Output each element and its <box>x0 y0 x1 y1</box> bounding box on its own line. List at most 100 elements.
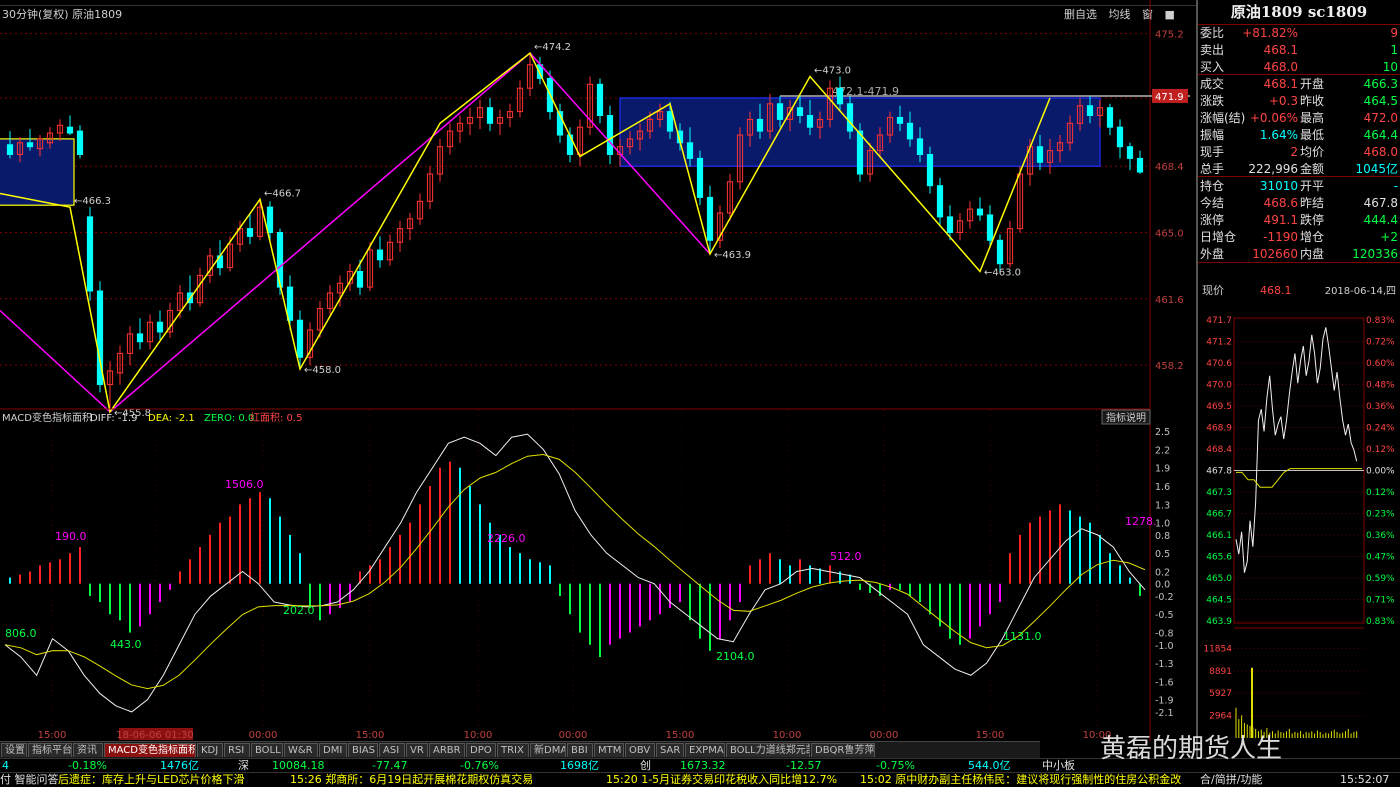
intraday-chart[interactable]: 现价 468.1 2018-06-14,四 471.7 0.83% 471.2 0.72% 4… <box>1198 276 1400 741</box>
tab-indicator[interactable]: BBI <box>567 743 593 757</box>
quote-field-label: 持仓 <box>1200 179 1225 193</box>
candle-body <box>1116 126 1124 148</box>
indicator-help-button: 指标说明 <box>1106 411 1146 424</box>
time-tick-label: 10:00 <box>773 730 802 741</box>
quote-separator <box>1198 176 1400 177</box>
candle-body <box>66 126 74 134</box>
tab-indicator[interactable]: BOLL <box>251 743 283 757</box>
intraday-price-tick: 470.0 <box>1206 381 1232 391</box>
tab-indicator[interactable]: MTM <box>594 743 624 757</box>
macd-tick-label: -1.9 <box>1155 696 1174 707</box>
diff-line <box>4 433 1146 713</box>
candle-body <box>896 116 904 124</box>
intraday-pct-tick: 0.24% <box>1366 424 1395 434</box>
quote-field-label: 卖出 <box>1200 43 1225 57</box>
macd-tick-label: -1.0 <box>1155 641 1174 652</box>
current-price-caption: 现价 <box>1202 284 1224 297</box>
candle-body <box>376 249 384 261</box>
quote-field-label: 昨结 <box>1300 196 1325 210</box>
intraday-price-tick: 471.2 <box>1206 338 1232 348</box>
tab-indicator[interactable]: 资讯 <box>73 743 103 757</box>
time-tick-label: 00:00 <box>559 730 588 741</box>
tab-indicator[interactable]: 指标平台 <box>28 743 72 757</box>
tab-indicator[interactable]: MACD变色指标面积 <box>104 743 196 757</box>
quote-field-value: 468.1 <box>1263 77 1298 91</box>
intraday-pct-tick: 0.72% <box>1366 338 1395 348</box>
intraday-pct-tick: 0.48% <box>1366 381 1395 391</box>
index-ticker-item: 深 <box>238 759 249 772</box>
quote-field-value: 491.1 <box>1263 213 1298 227</box>
macd-area-label: 202.0 <box>283 604 315 617</box>
quote-row: 成交 468.1 开盘 466.3 <box>1198 76 1400 93</box>
tab-indicator[interactable]: BOLL力道线郑元凯 <box>726 743 810 757</box>
tab-indicator[interactable]: SAR <box>656 743 684 757</box>
news-ticker-item[interactable]: 合/简拼/功能 <box>1200 773 1262 787</box>
tab-indicator[interactable]: EXPMA <box>685 743 725 757</box>
macd-tick-label: -0.2 <box>1155 592 1174 603</box>
price-tick-label: 465.0 <box>1155 229 1184 240</box>
candle-body <box>356 271 364 288</box>
volume-tick: 5927 <box>1209 689 1232 699</box>
intraday-pct-tick: 0.36% <box>1366 402 1395 412</box>
news-ticker-item[interactable]: 15:20 1-5月证券交易印花税收入同比增12.7% <box>606 773 837 787</box>
index-ticker-item: 1476亿 <box>160 759 199 772</box>
tab-indicator[interactable]: TRIX <box>497 743 529 757</box>
macd-area-label: 2226.0 <box>487 532 526 545</box>
tab-indicator[interactable]: DBQR鲁芳萍 <box>811 743 875 757</box>
tab-indicator[interactable]: ASI <box>379 743 405 757</box>
tab-indicator[interactable]: VR <box>406 743 428 757</box>
candle-body <box>1106 107 1114 128</box>
quote-field-value: 120336 <box>1352 247 1398 261</box>
intraday-price-line <box>1235 327 1358 573</box>
quote-field-value: +81.82% <box>1242 26 1298 40</box>
tab-indicator[interactable]: KDJ <box>197 743 223 757</box>
index-ticker-item: 中小板 <box>1042 759 1075 772</box>
news-ticker-item[interactable]: 15:02 原中财办副主任杨伟民：建议将现行强制性的住房公积金改 <box>860 773 1181 787</box>
macd-tick-label: 1.0 <box>1155 519 1170 530</box>
index-ticker-item: -0.18% <box>68 759 107 772</box>
candle-body <box>1126 146 1134 159</box>
candlestick-chart[interactable]: 475.2471.9468.4465.0461.6458.2471.9472.1… <box>0 0 1196 741</box>
quote-row: 涨停 491.1 跌停 444.4 <box>1198 212 1400 229</box>
tab-indicator[interactable]: 新DMA <box>530 743 566 757</box>
candle-body <box>86 216 94 292</box>
index-ticker-item: 10084.18 <box>272 759 325 772</box>
pivot-label: ←466.3 <box>74 196 111 207</box>
pivot-label: ←474.2 <box>534 42 571 53</box>
tab-indicator[interactable]: BIAS <box>348 743 378 757</box>
tab-indicator[interactable]: 设置 <box>1 743 27 757</box>
tab-indicator[interactable]: DMI <box>319 743 347 757</box>
quote-field-value: 31010 <box>1259 179 1298 193</box>
tab-indicator[interactable]: W&R <box>284 743 318 757</box>
macd-legend-text: DEA: -2.1 <box>148 413 195 424</box>
news-ticker-bar: 付 智能问答 后遗症：库存上升与LED芯片价格下滑 15:26 郑商所：6月19日起… <box>0 772 1400 787</box>
candle-body <box>756 118 764 132</box>
quote-row: 现手 2 均价 468.0 <box>1198 144 1400 161</box>
index-ticker-item: -0.75% <box>876 759 915 772</box>
macd-legend-text: 红面积: 0.5 <box>250 411 302 424</box>
smart-qa-link[interactable]: 付 智能问答 <box>0 773 59 787</box>
macd-tick-label: 2.2 <box>1155 445 1170 456</box>
quote-panel: 原油1809 sc1809 委比 +81.82% 9 卖出 468.1 1 买入 468.0 1… <box>1198 0 1400 290</box>
macd-area-label: 806.0 <box>5 627 37 640</box>
quote-field-value: 464.4 <box>1363 128 1398 142</box>
tab-indicator[interactable]: DPO <box>466 743 496 757</box>
candle-body <box>936 185 944 218</box>
quote-separator <box>1198 262 1400 263</box>
watermark-text: 黄磊的期货人生 <box>1100 734 1283 764</box>
intraday-price-tick: 469.5 <box>1206 402 1232 412</box>
news-ticker-item[interactable]: 15:26 郑商所：6月19日起开展棉花期权仿真交易 <box>290 773 533 787</box>
price-tick-label: 458.2 <box>1155 361 1184 372</box>
news-ticker-item[interactable]: 后遗症：库存上升与LED芯片价格下滑 <box>58 773 245 787</box>
intraday-price-tick: 468.4 <box>1206 445 1232 455</box>
quote-row: 今结 468.6 昨结 467.8 <box>1198 195 1400 212</box>
quote-field-label: 昨收 <box>1300 94 1325 108</box>
tab-indicator[interactable]: RSI <box>224 743 250 757</box>
macd-tick-label: -1.3 <box>1155 659 1174 670</box>
candle-body <box>606 115 614 155</box>
intraday-price-tick: 465.6 <box>1206 553 1232 563</box>
tab-indicator[interactable]: ARBR <box>429 743 465 757</box>
intraday-price-tick: 470.6 <box>1206 359 1232 369</box>
tab-indicator[interactable]: OBV <box>625 743 655 757</box>
index-ticker-item: -77.47 <box>372 759 408 772</box>
